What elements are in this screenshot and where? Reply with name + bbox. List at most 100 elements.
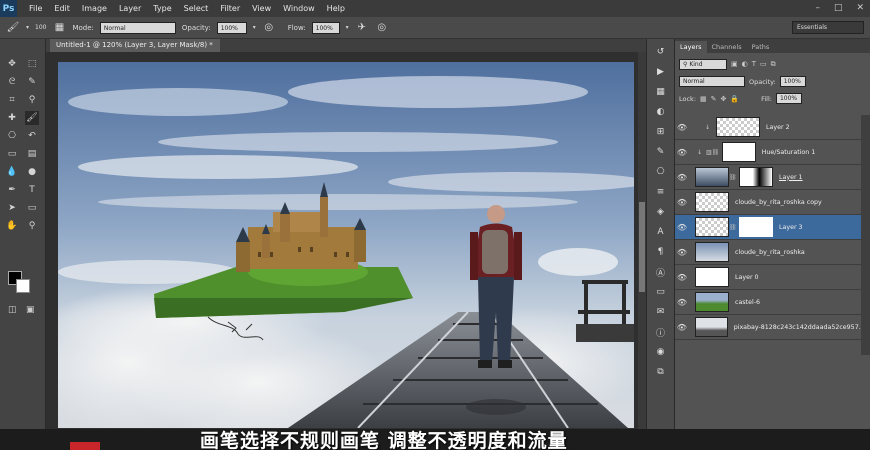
menu-layer[interactable]: Layer bbox=[115, 4, 149, 13]
visibility-eye-icon[interactable]: 👁 bbox=[675, 248, 689, 257]
history-brush-tool-icon[interactable]: ↶ bbox=[25, 129, 39, 143]
layer-row-layer-3[interactable]: 👁 ⛓ Layer 3 bbox=[675, 215, 861, 240]
visibility-eye-icon[interactable]: 👁 bbox=[675, 323, 689, 332]
clone-stamp-tool-icon[interactable]: ⎔ bbox=[5, 129, 19, 143]
adjustments-icon[interactable]: ◐ bbox=[653, 105, 669, 119]
layer-name[interactable]: Layer 3 bbox=[779, 224, 803, 231]
lock-image-icon[interactable]: ✎ bbox=[711, 95, 717, 103]
menu-file[interactable]: File bbox=[25, 4, 50, 13]
canvas-vertical-scrollbar[interactable] bbox=[638, 52, 646, 430]
marquee-tool-icon[interactable]: ⬚ bbox=[25, 57, 39, 71]
blur-tool-icon[interactable]: 💧 bbox=[5, 165, 19, 179]
workspace-switcher[interactable]: Essentials bbox=[792, 21, 864, 34]
type-tool-icon[interactable]: T bbox=[25, 183, 39, 197]
brush-tool-icon[interactable]: 🖌 bbox=[25, 111, 39, 125]
layer-mask-thumbnail[interactable] bbox=[739, 217, 773, 237]
paragraph-icon[interactable]: ¶ bbox=[653, 245, 669, 259]
layer-row-hue-saturation-1[interactable]: 👁 ↓ ▥ ⛓ Hue/Saturation 1 bbox=[675, 140, 861, 165]
layer-row-pixabay[interactable]: 👁 pixabay-8128c243c142ddaada52ce957... bbox=[675, 315, 861, 340]
layer-row-castel-6[interactable]: 👁 castel-6 bbox=[675, 290, 861, 315]
visibility-eye-icon[interactable]: 👁 bbox=[675, 148, 689, 157]
layers-scrollbar[interactable] bbox=[861, 115, 870, 355]
quick-mask-icon[interactable]: ◫ bbox=[8, 305, 17, 315]
opacity-input[interactable]: 100% bbox=[216, 21, 247, 34]
layer-mask-thumbnail[interactable] bbox=[739, 167, 773, 187]
mode-select[interactable]: Normal bbox=[99, 21, 176, 34]
visibility-eye-icon[interactable]: 👁 bbox=[675, 198, 689, 207]
chevron-down-icon[interactable]: ▾ bbox=[253, 24, 256, 31]
chevron-down-icon[interactable]: ▾ bbox=[26, 24, 29, 31]
layer-row-cloude-copy[interactable]: 👁 cloude_by_rita_roshka copy bbox=[675, 190, 861, 215]
properties-icon[interactable]: ≡ bbox=[653, 185, 669, 199]
pen-tool-icon[interactable]: ✒ bbox=[5, 183, 19, 197]
lock-position-icon[interactable]: ✥ bbox=[721, 95, 727, 103]
document-canvas[interactable] bbox=[58, 62, 634, 428]
tab-channels[interactable]: Channels bbox=[707, 41, 747, 53]
info-icon[interactable]: ⓘ bbox=[653, 325, 669, 339]
filter-type-icon[interactable]: T bbox=[752, 60, 756, 69]
zoom-tool-icon[interactable]: ⚲ bbox=[25, 219, 39, 233]
chain-link-icon[interactable]: ⛓ bbox=[729, 224, 737, 231]
menu-filter[interactable]: Filter bbox=[216, 4, 248, 13]
hand-tool-icon[interactable]: ✋ bbox=[5, 219, 19, 233]
glyphs-icon[interactable]: Ⓐ bbox=[653, 265, 669, 279]
visibility-eye-icon[interactable]: 👁 bbox=[675, 123, 689, 132]
eraser-tool-icon[interactable]: ▭ bbox=[5, 147, 19, 161]
layer-name[interactable]: castel-6 bbox=[735, 299, 760, 306]
layer-row-layer-2[interactable]: 👁 ↓ Layer 2 bbox=[675, 115, 861, 140]
layer-row-cloude[interactable]: 👁 cloude_by_rita_roshka bbox=[675, 240, 861, 265]
layer-opacity-input[interactable]: 100% bbox=[779, 76, 806, 87]
layer-name[interactable]: pixabay-8128c243c142ddaada52ce957... bbox=[734, 324, 861, 331]
blend-mode-select[interactable]: Normal bbox=[679, 76, 745, 87]
history-icon[interactable]: ↺ bbox=[653, 45, 669, 59]
channels-icon[interactable]: ◉ bbox=[653, 345, 669, 359]
pressure-opacity-icon[interactable]: ◎ bbox=[262, 21, 276, 35]
menu-image[interactable]: Image bbox=[78, 4, 115, 13]
close-button[interactable]: ✕ bbox=[856, 3, 864, 13]
layer-name[interactable]: cloude_by_rita_roshka bbox=[735, 249, 805, 256]
layer-row-layer-0[interactable]: 👁 Layer 0 bbox=[675, 265, 861, 290]
notes-icon[interactable]: ✉ bbox=[653, 305, 669, 319]
gradient-tool-icon[interactable]: ▤ bbox=[25, 147, 39, 161]
menu-select[interactable]: Select bbox=[180, 4, 217, 13]
path-select-tool-icon[interactable]: ➤ bbox=[5, 201, 19, 215]
brush-preset-icon[interactable]: 🖌 bbox=[6, 21, 20, 35]
layer-name[interactable]: cloude_by_rita_roshka copy bbox=[735, 199, 822, 206]
brush-panel-icon[interactable]: ▦ bbox=[52, 21, 66, 35]
filter-adjustment-icon[interactable]: ◐ bbox=[742, 60, 748, 69]
clone-source-icon[interactable]: ⎔ bbox=[653, 165, 669, 179]
visibility-eye-icon[interactable]: 👁 bbox=[675, 273, 689, 282]
brush-size-value[interactable]: 100 bbox=[35, 24, 46, 31]
filter-pixel-icon[interactable]: ▣ bbox=[731, 60, 738, 69]
tab-layers[interactable]: Layers bbox=[675, 41, 707, 53]
chevron-down-icon[interactable]: ▾ bbox=[346, 24, 349, 31]
shape-tool-icon[interactable]: ▭ bbox=[25, 201, 39, 215]
maximize-button[interactable]: □ bbox=[834, 3, 843, 13]
chain-link-icon[interactable]: ⛓ bbox=[729, 174, 737, 181]
navigator-icon[interactable]: ⊞ bbox=[653, 125, 669, 139]
document-tab[interactable]: Untitled-1 @ 120% (Layer 3, Layer Mask/8… bbox=[50, 39, 220, 52]
background-color-swatch[interactable] bbox=[16, 279, 30, 293]
menu-view[interactable]: View bbox=[248, 4, 279, 13]
swatches-icon[interactable]: ▦ bbox=[653, 85, 669, 99]
menu-window[interactable]: Window bbox=[279, 4, 323, 13]
minimize-button[interactable]: – bbox=[815, 3, 820, 13]
visibility-eye-icon[interactable]: 👁 bbox=[675, 223, 689, 232]
tab-paths[interactable]: Paths bbox=[747, 41, 775, 53]
lock-transparent-icon[interactable]: ▦ bbox=[700, 95, 707, 103]
pressure-size-icon[interactable]: ◎ bbox=[375, 21, 389, 35]
layer-comps-icon[interactable]: ⧉ bbox=[653, 365, 669, 379]
layer-name[interactable]: Layer 2 bbox=[766, 124, 790, 131]
layer-row-layer-1[interactable]: 👁 ⛓ Layer 1 bbox=[675, 165, 861, 190]
timeline-icon[interactable]: ▭ bbox=[653, 285, 669, 299]
flow-input[interactable]: 100% bbox=[311, 21, 340, 34]
eyedropper-tool-icon[interactable]: ⚲ bbox=[25, 93, 39, 107]
layer-filter-kind[interactable]: ⚲ Kind bbox=[679, 59, 727, 70]
airbrush-icon[interactable]: ✈ bbox=[355, 21, 369, 35]
actions-icon[interactable]: ▶ bbox=[653, 65, 669, 79]
layer-mask-thumbnail[interactable] bbox=[721, 142, 756, 162]
lasso-tool-icon[interactable]: ᘓ bbox=[5, 75, 19, 89]
menu-type[interactable]: Type bbox=[149, 4, 179, 13]
layer-name[interactable]: Layer 1 bbox=[779, 174, 803, 181]
lock-all-icon[interactable]: 🔒 bbox=[730, 95, 739, 103]
